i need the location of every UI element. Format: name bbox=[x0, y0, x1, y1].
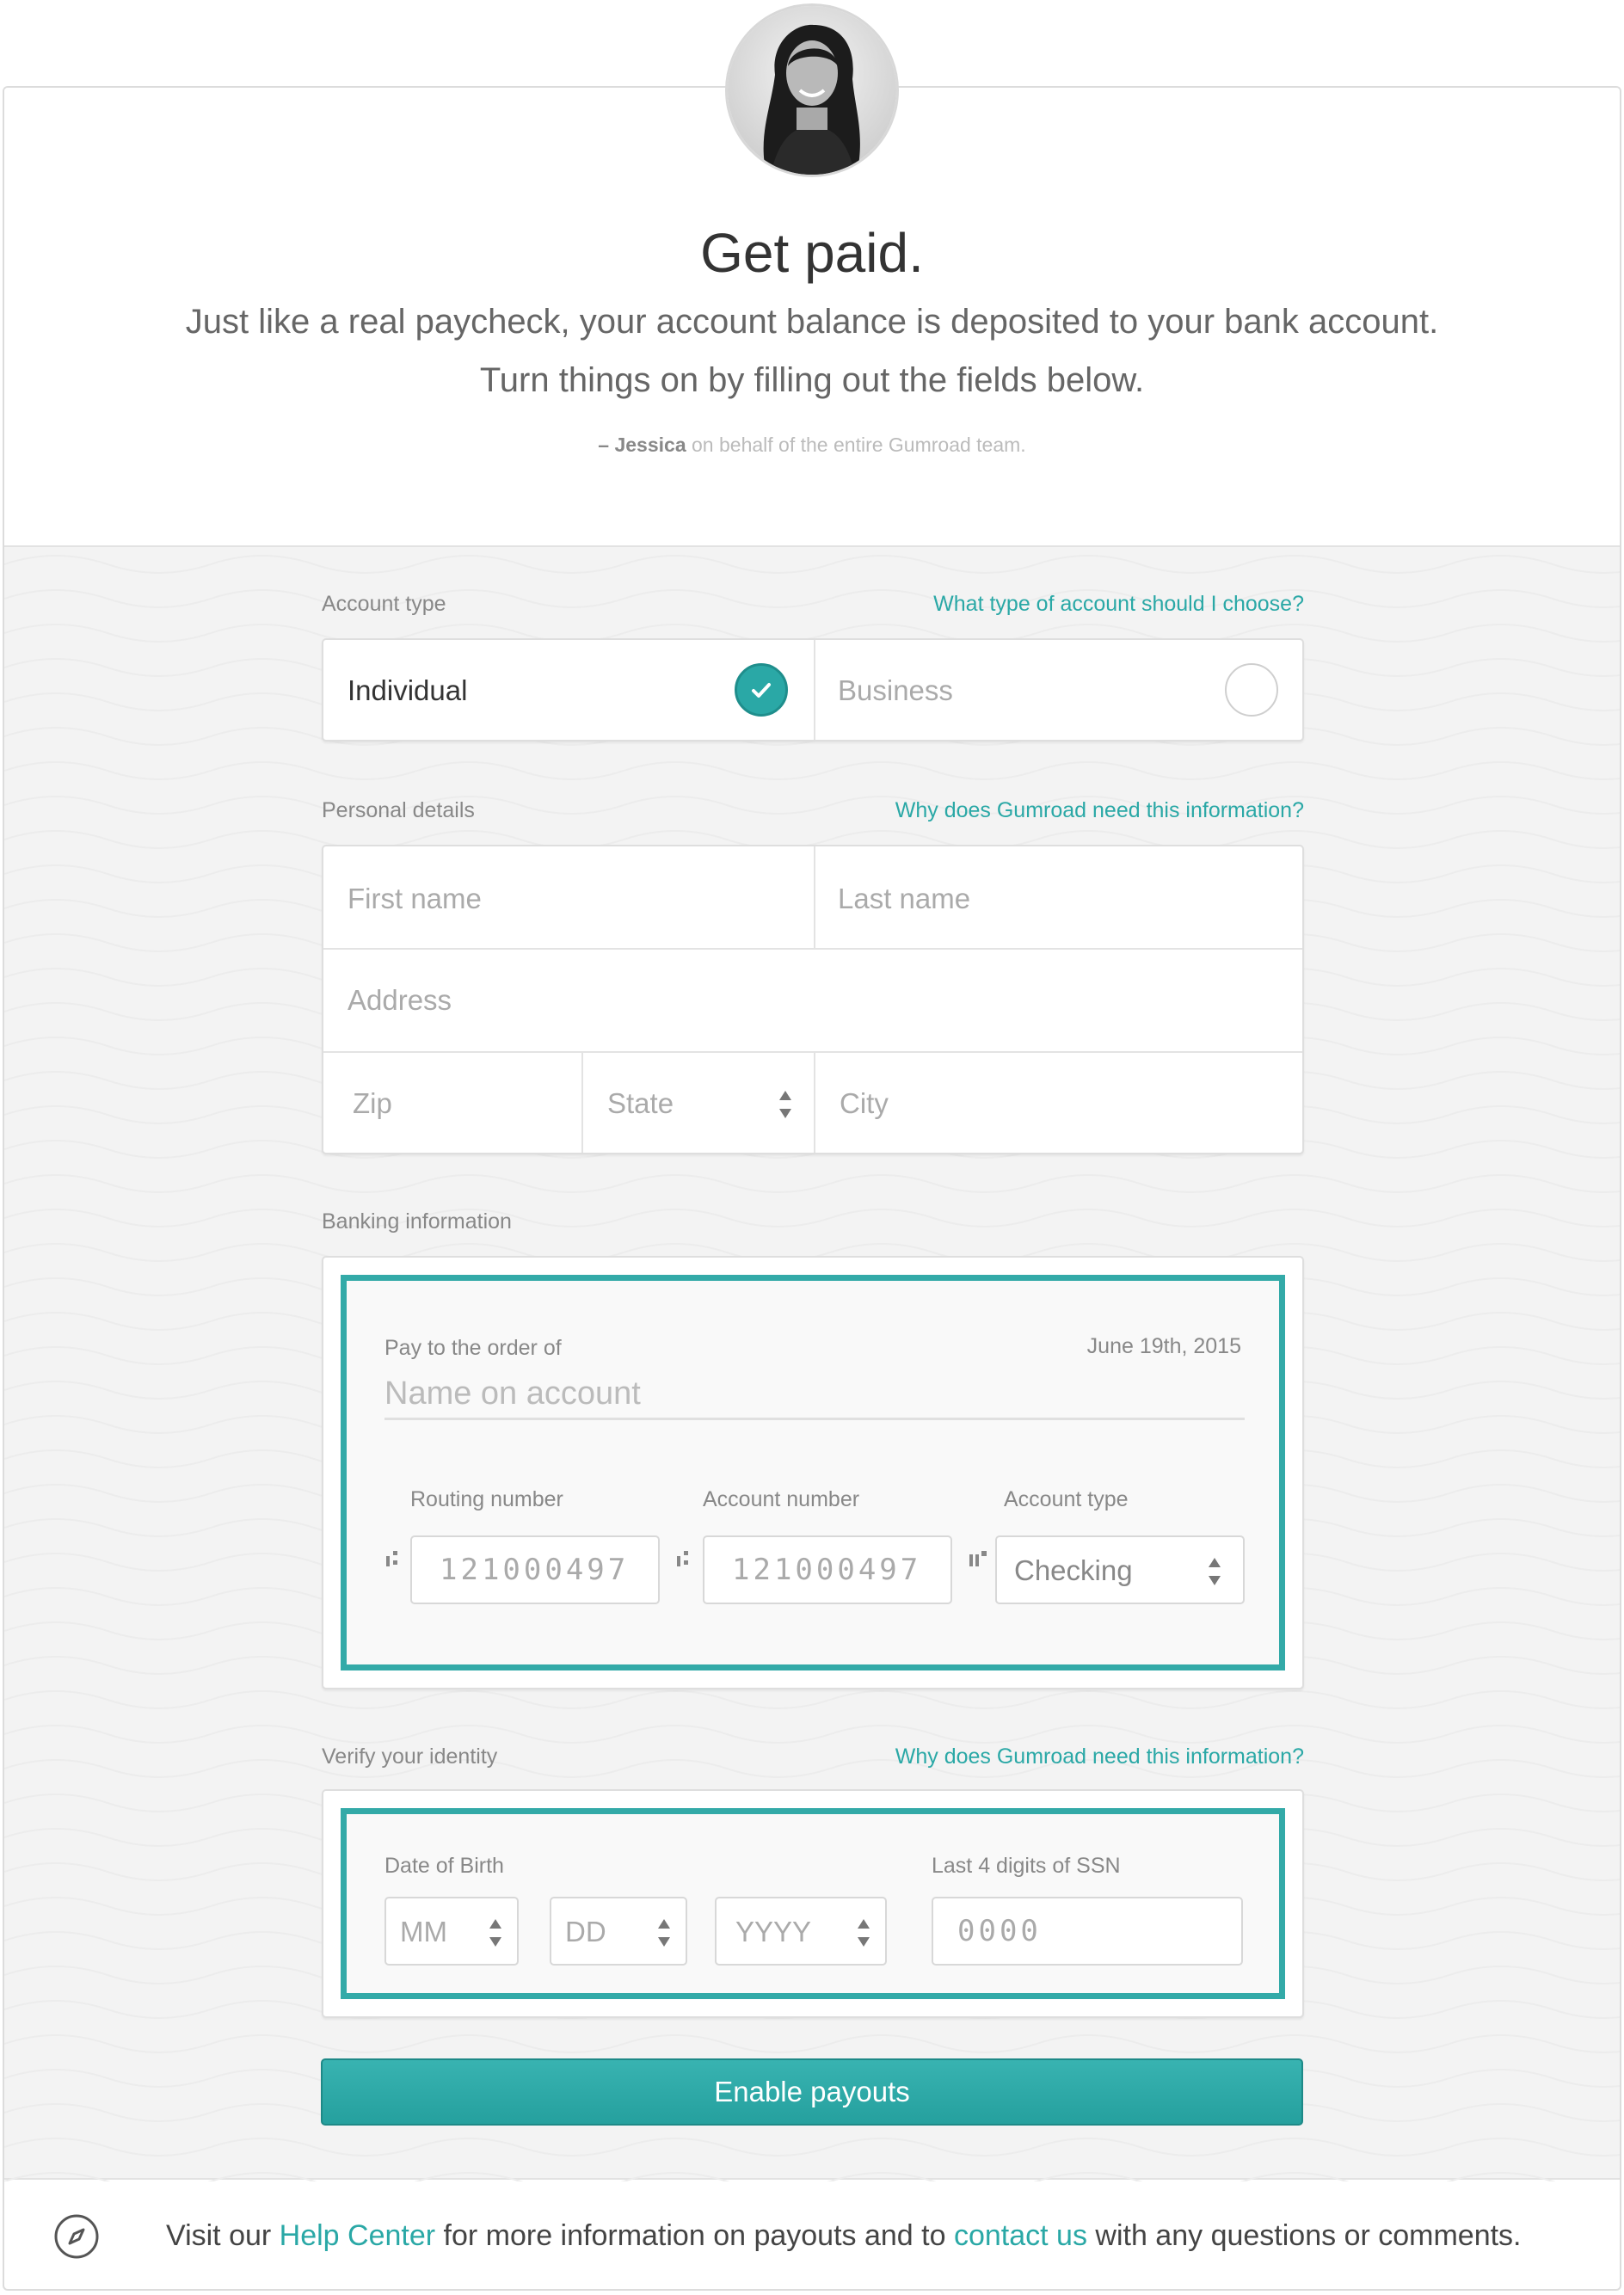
check-icon bbox=[735, 663, 788, 717]
contact-us-link[interactable]: contact us bbox=[954, 2219, 1087, 2252]
personal-details-box: First name Last name Address Zip State C… bbox=[322, 845, 1304, 1154]
micr-transit-icon bbox=[677, 1551, 688, 1566]
zip-placeholder: Zip bbox=[353, 1087, 392, 1119]
sort-arrows-icon bbox=[489, 1919, 501, 1947]
subtitle-line-2: Turn things on by filling out the fields… bbox=[479, 361, 1145, 399]
option-individual[interactable]: Individual bbox=[323, 640, 814, 740]
enable-payouts-button[interactable]: Enable payouts bbox=[321, 2058, 1303, 2126]
dob-year-select[interactable]: YYYY bbox=[715, 1897, 887, 1966]
footer-text-mid: for more information on payouts and to bbox=[435, 2219, 954, 2252]
personal-help-link[interactable]: Why does Gumroad need this information? bbox=[826, 798, 1304, 823]
bank-account-type-select[interactable]: Checking bbox=[995, 1535, 1245, 1604]
avatar bbox=[725, 3, 899, 177]
sort-arrows-icon bbox=[858, 1919, 870, 1947]
signature: – Jessica on behalf of the entire Gumroa… bbox=[4, 434, 1620, 457]
sort-arrows-icon bbox=[1209, 1558, 1221, 1585]
footer-text-pre: Visit our bbox=[166, 2219, 280, 2252]
last-name-field[interactable]: Last name bbox=[815, 846, 1302, 948]
page-title: Get paid. bbox=[700, 222, 924, 284]
subtitle-line-1: Just like a real paycheck, your account … bbox=[185, 303, 1439, 341]
account-type-help-link[interactable]: What type of account should I choose? bbox=[826, 592, 1304, 617]
routing-number-placeholder: 121000497 bbox=[440, 1553, 630, 1587]
ssn-placeholder: 0000 bbox=[957, 1914, 1042, 1948]
zip-field[interactable]: Zip bbox=[323, 1053, 581, 1153]
sort-arrows-icon bbox=[658, 1919, 670, 1947]
bank-account-type-value: Checking bbox=[1014, 1554, 1133, 1586]
radio-empty-icon bbox=[1225, 663, 1278, 717]
routing-number-input[interactable]: 121000497 bbox=[410, 1535, 660, 1604]
bank-account-type-label: Account type bbox=[1004, 1487, 1129, 1511]
option-business[interactable]: Business bbox=[815, 640, 1302, 740]
account-type-label: Account type bbox=[322, 592, 446, 616]
state-select[interactable]: State bbox=[583, 1053, 814, 1153]
dob-label: Date of Birth bbox=[384, 1854, 504, 1878]
footer-text-post: with any questions or comments. bbox=[1086, 2219, 1522, 2252]
sort-arrows-icon bbox=[779, 1091, 791, 1118]
banking-box: Pay to the order of June 19th, 2015 Name… bbox=[322, 1256, 1304, 1689]
identity-help-link[interactable]: Why does Gumroad need this information? bbox=[826, 1744, 1304, 1769]
dob-month-select[interactable]: MM bbox=[384, 1897, 519, 1966]
address-field[interactable]: Address bbox=[323, 950, 1302, 1051]
address-placeholder: Address bbox=[348, 984, 452, 1016]
state-placeholder: State bbox=[607, 1087, 674, 1119]
signature-text: on behalf of the entire Gumroad team. bbox=[686, 434, 1026, 456]
cheque-date: June 19th, 2015 bbox=[1086, 1334, 1241, 1358]
last-name-placeholder: Last name bbox=[838, 883, 971, 914]
micr-transit-icon bbox=[386, 1551, 397, 1566]
avatar-portrait bbox=[728, 6, 896, 175]
footer-text: Visit our Help Center for more informati… bbox=[166, 2219, 1522, 2253]
dob-day-placeholder: DD bbox=[565, 1916, 606, 1947]
name-on-account-field[interactable]: Name on account bbox=[384, 1367, 1245, 1420]
city-placeholder: City bbox=[840, 1087, 889, 1119]
banking-label: Banking information bbox=[322, 1209, 512, 1234]
city-field[interactable]: City bbox=[815, 1053, 1302, 1153]
option-individual-label: Individual bbox=[348, 674, 468, 706]
footer: Visit our Help Center for more informati… bbox=[3, 2180, 1621, 2292]
help-center-link[interactable]: Help Center bbox=[280, 2219, 435, 2252]
ssn-input[interactable]: 0000 bbox=[932, 1897, 1243, 1966]
signature-name: – Jessica bbox=[598, 434, 686, 456]
dob-year-placeholder: YYYY bbox=[735, 1916, 812, 1947]
option-business-label: Business bbox=[838, 674, 953, 706]
dob-day-select[interactable]: DD bbox=[550, 1897, 687, 1966]
pay-to-label: Pay to the order of bbox=[384, 1336, 562, 1360]
first-name-field[interactable]: First name bbox=[323, 846, 814, 948]
identity-box: Date of Birth Last 4 digits of SSN MM DD… bbox=[322, 1789, 1304, 2018]
micr-onus-icon bbox=[969, 1551, 987, 1566]
name-on-account-placeholder: Name on account bbox=[384, 1375, 641, 1412]
account-number-input[interactable]: 121000497 bbox=[703, 1535, 952, 1604]
first-name-placeholder: First name bbox=[348, 883, 482, 914]
dob-month-placeholder: MM bbox=[400, 1916, 447, 1947]
identity-panel: Date of Birth Last 4 digits of SSN MM DD… bbox=[341, 1808, 1285, 1999]
compass-icon bbox=[54, 2214, 99, 2259]
routing-number-label: Routing number bbox=[410, 1487, 563, 1511]
ssn-label: Last 4 digits of SSN bbox=[932, 1854, 1121, 1878]
cheque: Pay to the order of June 19th, 2015 Name… bbox=[341, 1275, 1285, 1670]
identity-label: Verify your identity bbox=[322, 1744, 498, 1769]
account-number-label: Account number bbox=[703, 1487, 860, 1511]
account-number-placeholder: 121000497 bbox=[732, 1553, 922, 1587]
personal-details-label: Personal details bbox=[322, 798, 475, 822]
account-type-selector: Individual Business bbox=[322, 638, 1304, 741]
